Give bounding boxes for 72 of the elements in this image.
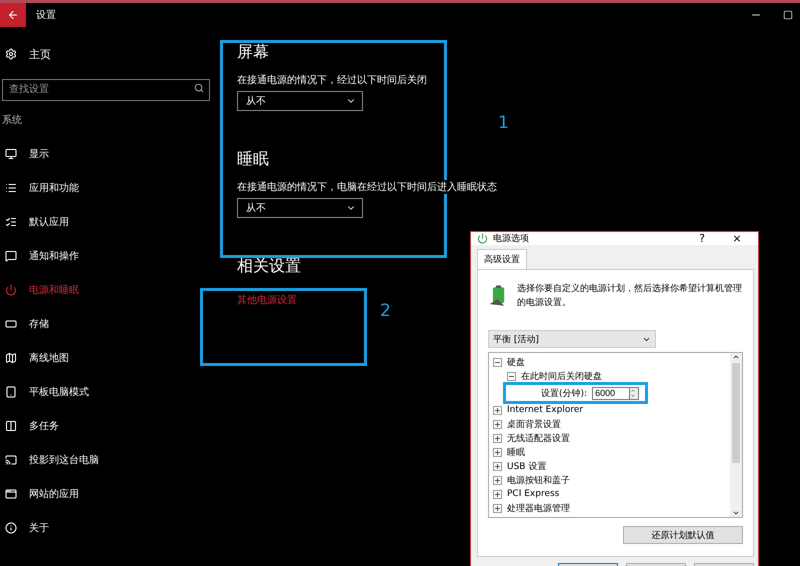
tree-item[interactable]: 处理器电源管理 xyxy=(507,502,570,514)
expand-toggle[interactable] xyxy=(493,448,502,456)
close-button[interactable]: × xyxy=(722,232,752,245)
sidebar-item[interactable]: 多任务 xyxy=(0,409,215,443)
tablet-icon xyxy=(5,386,17,398)
tree-item[interactable]: 睡眠 xyxy=(507,446,525,458)
tree-item[interactable]: 无线适配器设置 xyxy=(507,432,570,444)
expand-toggle[interactable] xyxy=(493,490,502,498)
description: 在接通电源的情况下，经过以下时间后关闭 xyxy=(237,73,427,87)
plan-dropdown[interactable]: 平衡 [活动] xyxy=(488,330,656,348)
drive-icon xyxy=(5,318,17,330)
tree-item[interactable]: 硬盘 xyxy=(507,356,525,368)
map-icon xyxy=(5,352,17,364)
sidebar-item[interactable]: 投影到这台电脑 xyxy=(0,443,215,477)
expand-toggle[interactable] xyxy=(493,462,502,470)
section-heading: 相关设置 xyxy=(237,256,301,277)
speech-bubble-icon xyxy=(5,250,17,262)
home-link[interactable]: 主页 xyxy=(29,46,51,62)
spin-buttons[interactable] xyxy=(630,386,640,400)
sidebar-item[interactable]: 通知和操作 xyxy=(0,239,215,273)
app-window-icon xyxy=(5,488,17,500)
tree-item[interactable]: PCI Express xyxy=(507,489,560,499)
window-title: 设置 xyxy=(36,8,57,22)
checklist-icon xyxy=(5,216,17,228)
chevron-down-icon[interactable] xyxy=(732,509,740,517)
setting-label: 设置(分钟): xyxy=(541,388,588,400)
collapse-toggle[interactable] xyxy=(493,358,502,366)
annotation-number: 1 xyxy=(498,113,509,133)
expand-toggle[interactable] xyxy=(493,406,502,414)
monitor-icon xyxy=(5,148,17,160)
dialog-description: 选择你要自定义的电源计划，然后选择你希望计算机管理的电源设置。 xyxy=(517,282,743,310)
expand-toggle[interactable] xyxy=(493,434,502,442)
section-label: 系统 xyxy=(2,114,23,127)
sidebar-item[interactable]: 关于 xyxy=(0,511,215,545)
sidebar-item[interactable]: 电源和睡眠 xyxy=(0,273,215,307)
annotation-number: 2 xyxy=(380,301,391,321)
collapse-toggle[interactable] xyxy=(507,372,516,380)
sidebar-item[interactable]: 存储 xyxy=(0,307,215,341)
sidebar-item[interactable]: 显示 xyxy=(0,137,215,171)
chevron-up-icon[interactable] xyxy=(732,353,740,361)
scrollbar[interactable] xyxy=(730,353,742,517)
settings-icon xyxy=(5,48,17,60)
dialog-title: 电源选项 xyxy=(493,232,530,245)
time-dropdown[interactable]: 从不 xyxy=(237,91,363,111)
power-icon xyxy=(477,233,488,244)
search-icon xyxy=(194,83,204,93)
power-icon xyxy=(5,284,17,296)
section-heading: 屏幕 xyxy=(237,42,269,63)
tree-item[interactable]: 桌面背景设置 xyxy=(507,418,561,430)
minutes-field[interactable]: 6000 xyxy=(592,386,630,400)
sidebar-item[interactable]: 平板电脑模式 xyxy=(0,375,215,409)
description: 在接通电源的情况下，电脑在经过以下时间后进入睡眠状态 xyxy=(237,180,497,194)
expand-toggle[interactable] xyxy=(493,420,502,428)
sidebar-item[interactable]: 网站的应用 xyxy=(0,477,215,511)
search-field[interactable]: 查找设置 xyxy=(2,78,210,100)
time-dropdown[interactable]: 从不 xyxy=(237,198,363,218)
expand-toggle[interactable] xyxy=(493,504,502,512)
tree-item[interactable]: 电源按钮和盖子 xyxy=(507,474,570,486)
section-heading: 睡眠 xyxy=(237,149,269,170)
expand-toggle[interactable] xyxy=(493,476,502,484)
help-button[interactable]: ? xyxy=(687,232,717,245)
dialog-tab[interactable]: 高级设置 xyxy=(477,249,527,269)
back-arrow-icon xyxy=(7,9,19,21)
sidebar-item[interactable]: 应用和功能 xyxy=(0,171,215,205)
back-button[interactable] xyxy=(0,3,26,27)
sidebar-item[interactable]: 默认应用 xyxy=(0,205,215,239)
tree-item[interactable]: 在此时间后关闭硬盘 xyxy=(521,370,602,382)
sidebar-item[interactable]: 离线地图 xyxy=(0,341,215,375)
restore-defaults-button[interactable]: 还原计划默认值 xyxy=(623,526,743,544)
tree-item[interactable]: Internet Explorer xyxy=(507,405,584,415)
tree-item[interactable]: USB 设置 xyxy=(507,460,546,472)
info-icon xyxy=(5,522,17,534)
